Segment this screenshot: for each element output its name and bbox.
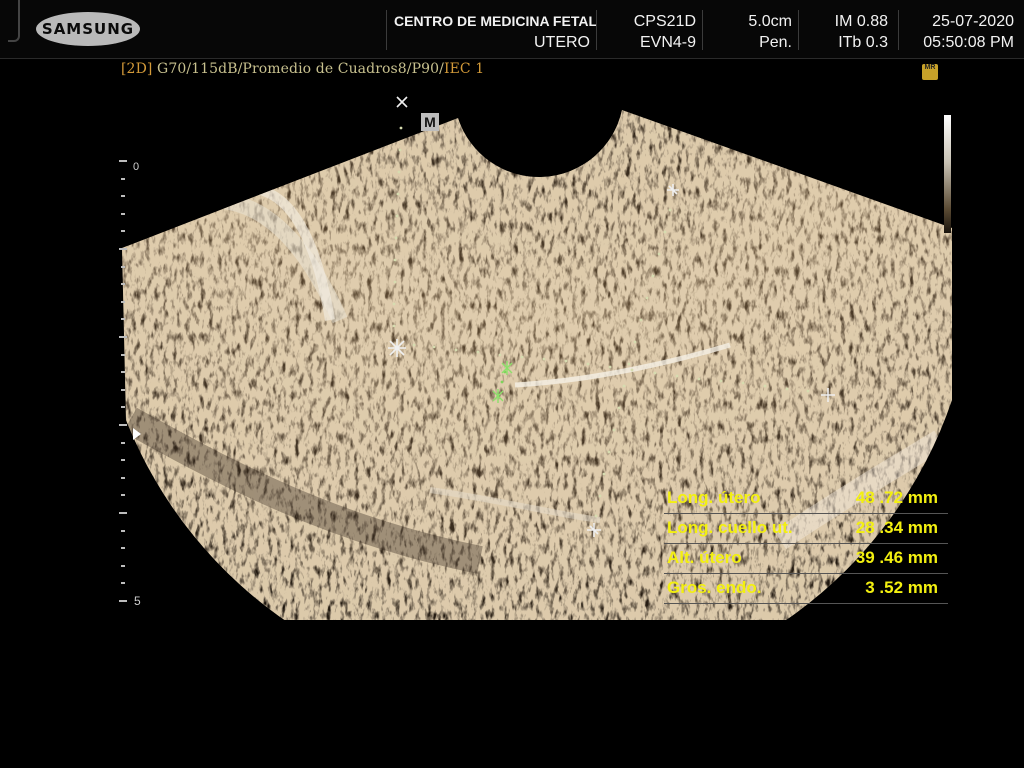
header-bar: SAMSUNG CENTRO DE MEDICINA FETAL UTERO C… [0, 0, 1024, 59]
depth-tick [121, 265, 125, 268]
measurement-value: 48 .72 mm [855, 488, 938, 507]
grayscale-bar [944, 115, 951, 233]
measurement-table: Long. útero 48 .72 mm Long. cuello ut. 2… [664, 484, 948, 604]
probe-name: CPS21D [633, 13, 696, 30]
depth-tick [121, 177, 125, 180]
focus-marker-icon[interactable] [133, 428, 141, 440]
depth-tick [119, 512, 127, 514]
imaging-parameters: [2D] G70/115dB/Promedio de Cuadros8/P90/… [121, 61, 484, 77]
depth-tick [121, 564, 125, 567]
depth-tick [121, 529, 125, 532]
depth-tick [121, 353, 125, 356]
depth-tick [121, 318, 125, 321]
application-label: Pen. [759, 34, 792, 51]
measurement-value: 28 .34 mm [855, 518, 938, 537]
header-divider [702, 10, 703, 50]
m-marker-text: M [424, 114, 436, 130]
depth-tick [119, 424, 127, 426]
ultrasound-screen: SAMSUNG CENTRO DE MEDICINA FETAL UTERO C… [0, 0, 1024, 768]
header-divider [898, 10, 899, 50]
depth-tick [121, 494, 125, 497]
probe-preset: EVN4-9 [639, 34, 696, 51]
mr-icon-text: MR [924, 64, 936, 71]
depth-tick [119, 248, 127, 250]
measurement-label: Alt. útero [667, 548, 742, 567]
brand-logo-text: SAMSUNG [41, 20, 135, 38]
depth-tick [121, 371, 125, 374]
probe-info[interactable]: CPS21D EVN4-9 [604, 11, 696, 53]
date-value: 25-07-2020 [932, 13, 1014, 30]
depth-tick [121, 195, 125, 198]
header-divider [798, 10, 799, 50]
measurement-row[interactable]: Long. cuello ut. 28 .34 mm [664, 514, 948, 544]
depth-tick [121, 230, 125, 233]
depth-tick [121, 212, 125, 215]
exam-info: CENTRO DE MEDICINA FETAL UTERO [394, 11, 597, 53]
brand-logo: SAMSUNG [36, 12, 140, 46]
mr-icon[interactable]: MR [922, 64, 938, 80]
thermal-index: ITb 0.3 [838, 34, 888, 51]
m-mode-marker[interactable]: M [421, 113, 439, 131]
ultrasound-image [122, 96, 952, 620]
depth-tick [121, 547, 125, 550]
depth-tick [121, 582, 125, 585]
depth-tick [119, 600, 127, 602]
measurement-label: Long. cuello ut. [667, 518, 793, 537]
measurement-row[interactable]: Long. útero 48 .72 mm [664, 484, 948, 514]
measurement-label: Long. útero [667, 488, 761, 507]
depth-tick [119, 336, 127, 338]
depth-tick [121, 459, 125, 462]
measurement-value: 3 .52 mm [865, 578, 938, 597]
measurement-row[interactable]: Alt. útero 39 .46 mm [664, 544, 948, 574]
mechanical-index: IM 0.88 [834, 13, 888, 30]
header-divider [596, 10, 597, 50]
header-divider [386, 10, 387, 50]
depth-tick [121, 476, 125, 479]
depth-info: 5.0cm Pen. [710, 11, 792, 53]
depth-tick [121, 283, 125, 286]
depth-tick [119, 160, 127, 162]
measurement-value: 39 .46 mm [855, 548, 938, 567]
depth-tick [121, 388, 125, 391]
time-value: 05:50:08 PM [923, 34, 1014, 51]
hospital-name: CENTRO DE MEDICINA FETAL [394, 13, 597, 29]
imaging-mode: [2D] [121, 61, 153, 77]
window-notch [8, 0, 20, 42]
safety-indices: IM 0.88 ITb 0.3 [806, 11, 888, 53]
exam-preset: UTERO [534, 34, 590, 51]
depth-value: 5.0cm [748, 13, 792, 30]
measurement-label: Gros. endo. [667, 578, 762, 597]
imaging-settings: G70/115dB/Promedio de Cuadros8/P90/ [157, 61, 444, 77]
depth-tick [121, 300, 125, 303]
depth-scale-start: 0 [133, 161, 140, 173]
iec-label: IEC 1 [443, 61, 485, 77]
depth-scale [118, 160, 148, 610]
measurement-row[interactable]: Gros. endo. 3 .52 mm [664, 574, 948, 604]
depth-tick [121, 406, 125, 409]
depth-tick [121, 441, 125, 444]
depth-scale-end: 5 [134, 594, 141, 608]
datetime: 25-07-2020 05:50:08 PM [904, 11, 1014, 53]
